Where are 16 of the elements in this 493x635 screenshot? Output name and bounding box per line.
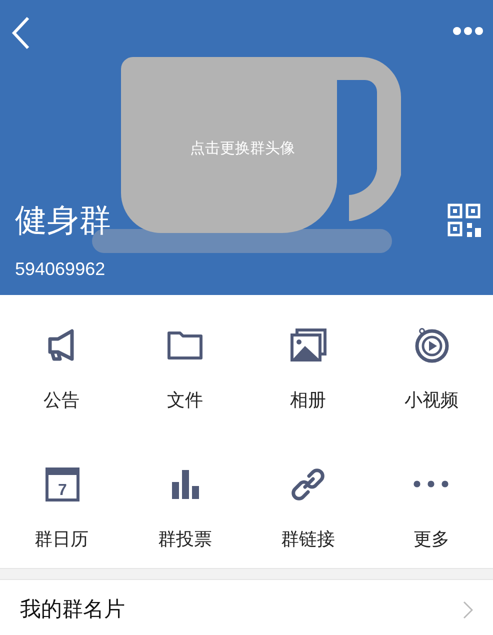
feature-button[interactable]: 更多 <box>370 464 493 553</box>
my-card-row[interactable]: 我的群名片 <box>0 580 493 626</box>
back-button[interactable] <box>10 16 32 50</box>
my-card-label: 我的群名片 <box>20 597 125 623</box>
chevron-right-icon <box>463 600 473 619</box>
feature-button[interactable]: 7 群日历 <box>0 464 124 553</box>
feature-button[interactable]: 群投票 <box>123 464 246 553</box>
feature-button[interactable]: 公告 <box>0 325 124 414</box>
feature-button[interactable]: 小视频 <box>370 325 493 414</box>
feature-button[interactable]: 群链接 <box>246 464 370 553</box>
feature-button[interactable]: 相册 <box>246 325 370 414</box>
more-options-button[interactable] <box>451 24 485 38</box>
group-number: 594069962 <box>15 258 106 280</box>
group-name: 健身群 <box>15 201 111 240</box>
qr-code-button[interactable] <box>447 203 481 237</box>
feature-button[interactable]: 文件 <box>123 325 246 414</box>
